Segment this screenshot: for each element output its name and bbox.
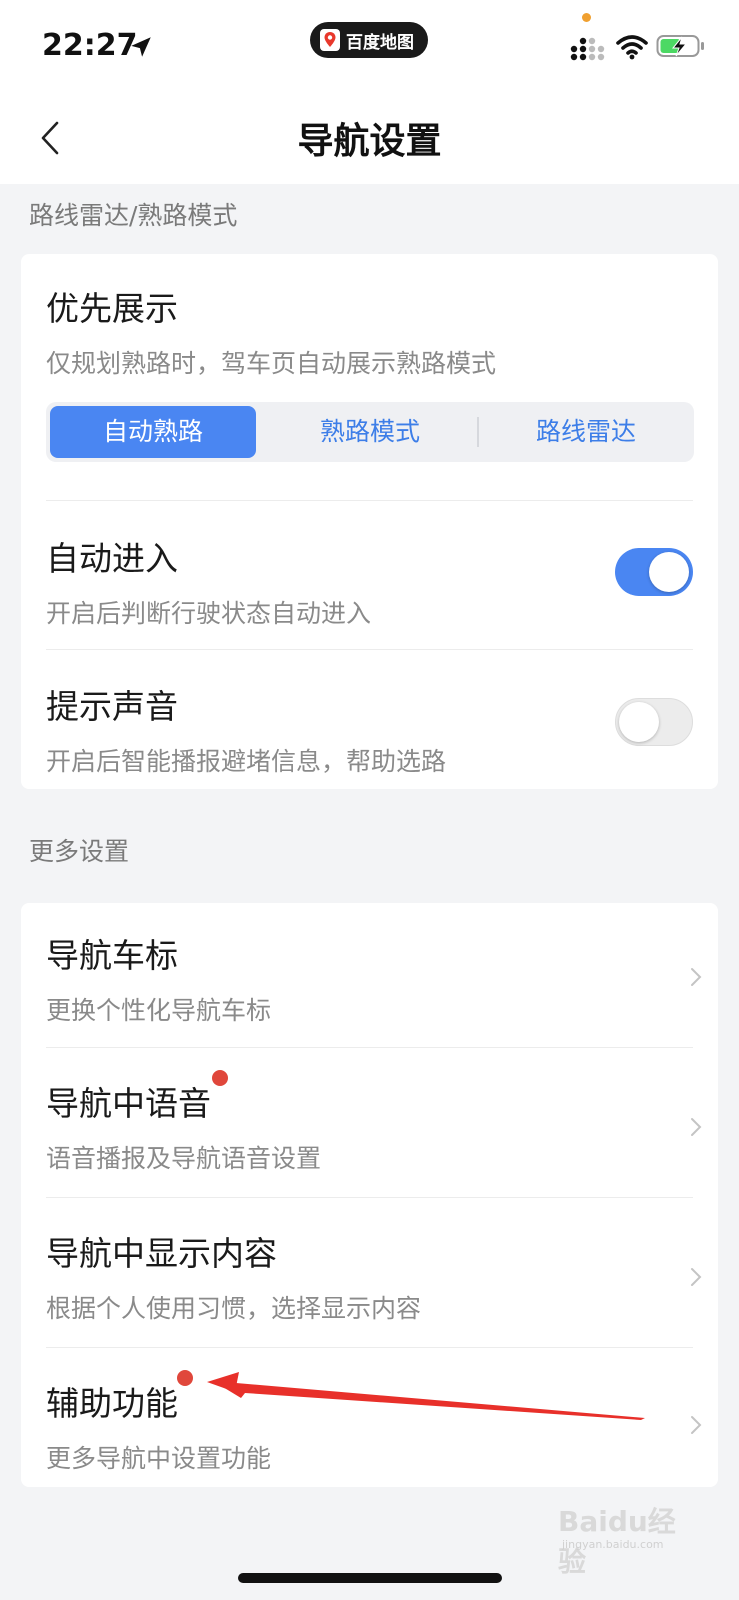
priority-segmented-control: 自动熟路 熟路模式 路线雷达 xyxy=(46,402,694,462)
divider xyxy=(46,1347,693,1348)
settings-item-nav-voice[interactable]: 导航中语音 语音播报及导航语音设置 xyxy=(46,1077,693,1187)
segment-route-radar[interactable]: 路线雷达 xyxy=(482,406,690,458)
nav-bar: 导航设置 xyxy=(0,90,739,184)
signal-icon xyxy=(570,37,605,61)
section-label-more-settings: 更多设置 xyxy=(29,837,130,866)
annotation-arrow-icon xyxy=(207,1372,645,1420)
settings-item-title: 导航中语音 xyxy=(46,1084,211,1123)
auto-enter-toggle[interactable] xyxy=(615,548,693,596)
status-bar: 22:27 百度地图 xyxy=(0,0,739,90)
segment-auto-familiar[interactable]: 自动熟路 xyxy=(50,406,256,458)
divider xyxy=(46,500,693,501)
settings-item-nav-car-icon[interactable]: 导航车标 更换个性化导航车标 xyxy=(46,929,693,1039)
new-badge-dot xyxy=(212,1070,228,1086)
auto-enter-row: 自动进入 开启后判断行驶状态自动进入 xyxy=(46,532,693,630)
chevron-right-icon xyxy=(691,1416,702,1434)
chevron-right-icon xyxy=(691,968,702,986)
chevron-right-icon xyxy=(691,1268,702,1286)
priority-display-subtitle: 仅规划熟路时，驾车页自动展示熟路模式 xyxy=(46,349,497,378)
baidu-map-pin-icon xyxy=(320,29,340,51)
location-arrow-icon xyxy=(131,37,151,57)
settings-item-nav-display[interactable]: 导航中显示内容 根据个人使用习惯，选择显示内容 xyxy=(46,1227,693,1337)
settings-item-subtitle: 语音播报及导航语音设置 xyxy=(46,1144,322,1173)
priority-display-title: 优先展示 xyxy=(46,289,178,328)
divider xyxy=(46,1047,693,1048)
settings-item-subtitle: 更多导航中设置功能 xyxy=(46,1444,272,1473)
segment-familiar-mode[interactable]: 熟路模式 xyxy=(266,406,474,458)
settings-item-subtitle: 更换个性化导航车标 xyxy=(46,996,272,1025)
toggle-knob xyxy=(649,552,689,592)
baidu-jingyan-watermark: Baidu经验 jingyan.baidu.com xyxy=(558,1490,698,1578)
prompt-sound-row: 提示声音 开启后智能播报避堵信息，帮助选路 xyxy=(46,680,693,778)
segment-separator xyxy=(477,417,479,447)
chevron-right-icon xyxy=(691,1118,702,1136)
auto-enter-title: 自动进入 xyxy=(46,539,178,578)
status-time: 22:27 xyxy=(42,28,138,63)
watermark-subtext: jingyan.baidu.com xyxy=(562,1538,664,1551)
settings-item-title: 导航车标 xyxy=(46,936,178,975)
prompt-sound-title: 提示声音 xyxy=(46,687,178,726)
app-badge[interactable]: 百度地图 xyxy=(310,22,428,58)
divider xyxy=(46,1197,693,1198)
prompt-sound-subtitle: 开启后智能播报避堵信息，帮助选路 xyxy=(46,747,447,776)
wifi-icon xyxy=(616,35,648,60)
divider xyxy=(46,649,693,650)
battery-charging-icon xyxy=(656,35,704,57)
section-label-route-radar: 路线雷达/熟路模式 xyxy=(29,201,238,230)
auto-enter-subtitle: 开启后判断行驶状态自动进入 xyxy=(46,599,372,628)
home-indicator[interactable] xyxy=(238,1573,502,1583)
route-radar-card: 优先展示 仅规划熟路时，驾车页自动展示熟路模式 自动熟路 熟路模式 路线雷达 自… xyxy=(21,254,718,789)
page-title: 导航设置 xyxy=(297,121,442,162)
priority-display-row: 优先展示 仅规划熟路时，驾车页自动展示熟路模式 xyxy=(46,282,693,380)
privacy-indicator-dot xyxy=(582,13,591,22)
prompt-sound-toggle[interactable] xyxy=(615,698,693,746)
settings-item-subtitle: 根据个人使用习惯，选择显示内容 xyxy=(46,1294,422,1323)
toggle-knob xyxy=(619,702,659,742)
new-badge-dot xyxy=(177,1370,193,1386)
app-badge-label: 百度地图 xyxy=(346,32,414,53)
settings-item-title: 辅助功能 xyxy=(46,1384,178,1423)
settings-item-title: 导航中显示内容 xyxy=(46,1234,277,1273)
